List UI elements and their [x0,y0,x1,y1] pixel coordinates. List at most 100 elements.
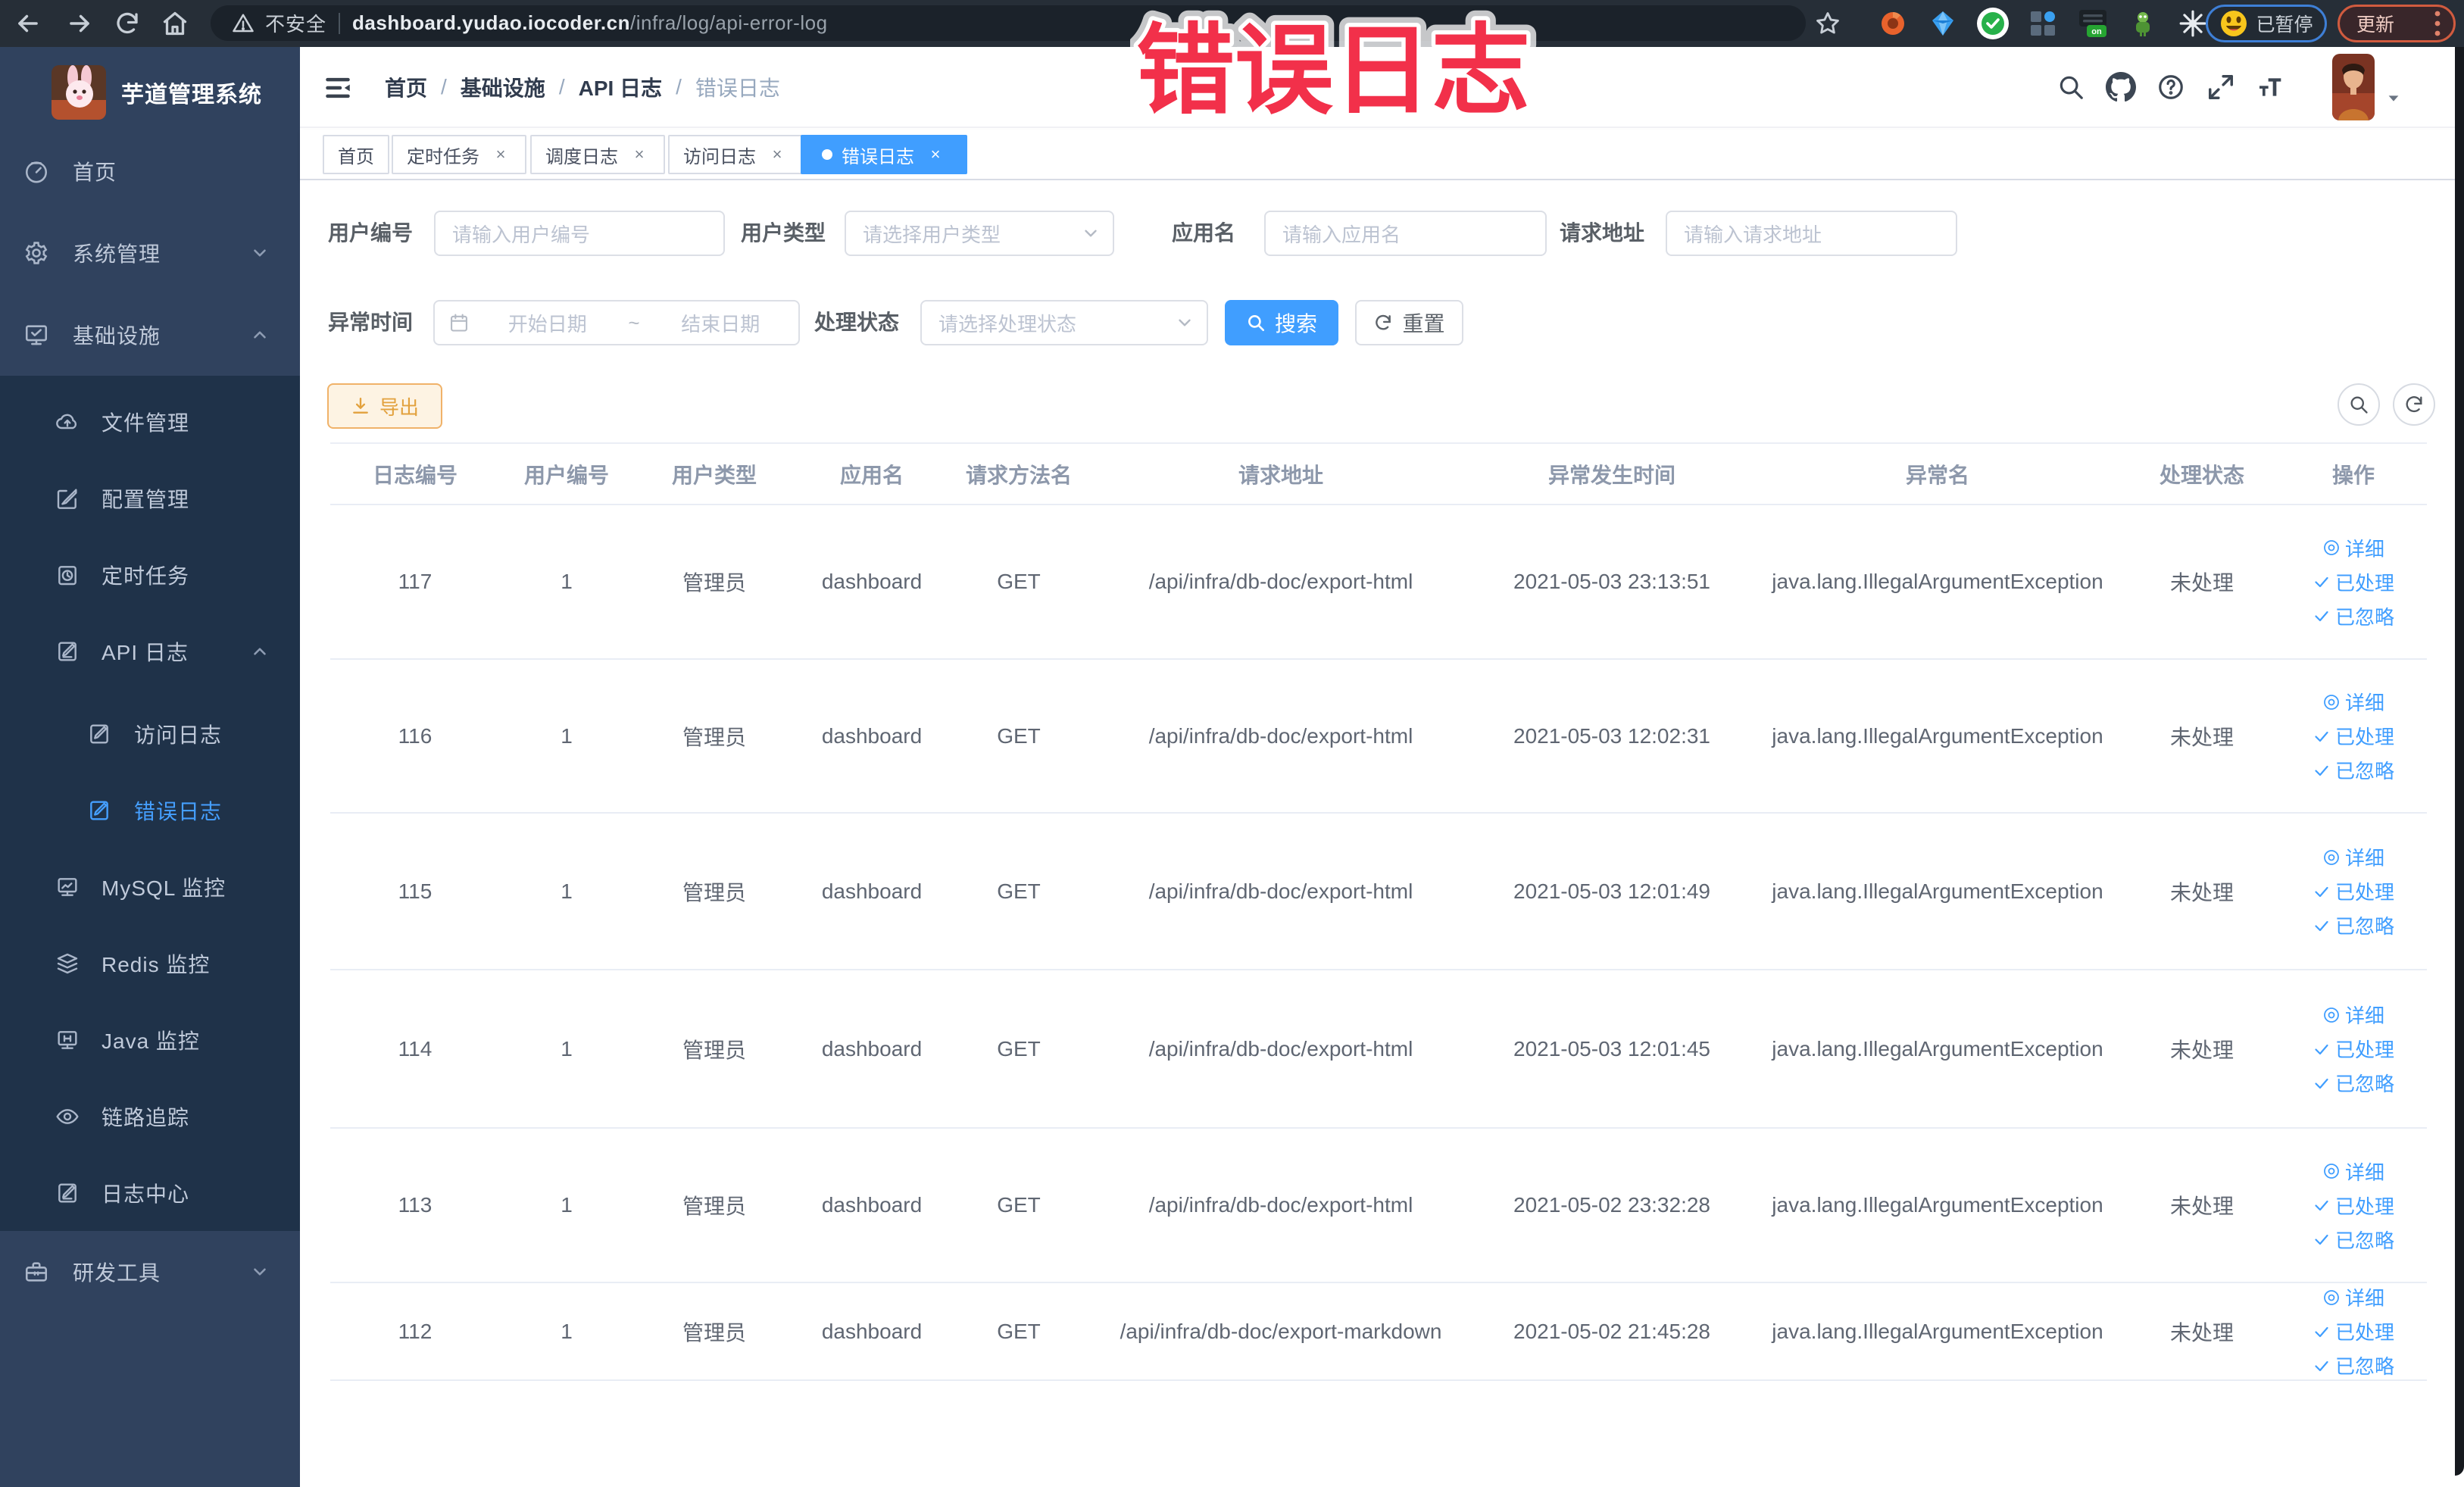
download-icon [353,398,368,414]
close-icon[interactable]: × [629,144,650,165]
column-header-actions[interactable]: 操作 [2280,444,2427,504]
sidebar-item-infra[interactable]: 基础设施 [0,294,300,376]
detail-link[interactable]: 详细 [2322,1283,2384,1311]
detail-link[interactable]: 详细 [2322,688,2384,716]
sidebar-item-error-log[interactable]: 错误日志 [0,772,300,848]
extension-grid-icon[interactable] [2018,0,2068,47]
cell-user-id: 1 [561,570,573,593]
tag-home[interactable]: 首页 [323,135,389,174]
column-header-log-id[interactable]: 日志编号 [330,444,500,504]
mark-ignored-link[interactable]: 已忽略 [2313,1226,2394,1254]
user-avatar[interactable] [2332,53,2375,120]
cell-actions: 详细 已处理 已忽略 [2280,1283,2427,1379]
extension-tampermonkey-icon[interactable]: on [2068,0,2118,47]
avatar-caret-icon[interactable] [2375,47,2412,127]
column-header-method[interactable]: 请求方法名 [948,444,1089,504]
breadcrumb-api-log[interactable]: API 日志 [579,72,662,102]
column-header-exception-name[interactable]: 异常名 [1751,444,2124,504]
sidebar-item-log-center[interactable]: 日志中心 [0,1154,300,1231]
sidebar-item-file-mgmt[interactable]: 文件管理 [0,383,300,460]
breadcrumb-infra[interactable]: 基础设施 [461,72,545,102]
close-icon[interactable]: × [925,144,946,165]
extension-paused-pill[interactable]: 已暂停 [2206,5,2327,42]
request-url-input[interactable]: 请输入请求地址 [1666,211,1957,256]
sidebar-item-mysql-monitor[interactable]: MySQL 监控 [0,848,300,925]
refresh-table-button[interactable] [2393,383,2435,426]
sidebar-item-dev-tools[interactable]: 研发工具 [0,1231,300,1313]
mark-ignored-link[interactable]: 已忽略 [2313,1351,2394,1379]
bookmark-star-button[interactable] [1810,6,1845,41]
close-icon[interactable]: × [490,144,511,165]
browser-update-button[interactable]: 更新 [2338,5,2456,42]
breadcrumb-home[interactable]: 首页 [385,72,427,102]
mark-processed-link[interactable]: 已处理 [2313,1035,2394,1063]
tag-cron-jobs[interactable]: 定时任务 × [392,135,526,174]
user-id-input[interactable]: 请输入用户编号 [434,211,725,256]
reset-button[interactable]: 重置 [1355,300,1463,345]
browser-back-button[interactable] [11,6,45,41]
column-header-user-id[interactable]: 用户编号 [500,444,633,504]
process-status-select[interactable]: 请选择处理状态 [920,300,1208,345]
github-link[interactable] [2096,47,2146,127]
exception-time-range-picker[interactable]: 开始日期 ~ 结束日期 [433,300,800,345]
mark-ignored-link[interactable]: 已忽略 [2313,756,2394,784]
start-date-placeholder[interactable]: 开始日期 [470,309,625,337]
search-button[interactable]: 搜索 [1225,300,1338,345]
mark-ignored-link[interactable]: 已忽略 [2313,1069,2394,1097]
fullscreen-button[interactable] [2196,47,2246,127]
address-bar[interactable]: 不安全 dashboard.yudao.iocoder.cn/infra/log… [211,5,1806,41]
sidebar-item-access-log[interactable]: 访问日志 [0,695,300,772]
extension-green-robot-icon[interactable] [2118,0,2168,47]
url-host[interactable]: dashboard.yudao.iocoder.cn [352,11,630,35]
column-header-user-type[interactable]: 用户类型 [633,444,795,504]
mark-ignored-link[interactable]: 已忽略 [2313,602,2394,630]
extension-green-check-icon[interactable] [1968,0,2018,47]
mark-processed-link[interactable]: 已处理 [2313,1192,2394,1220]
security-label[interactable]: 不安全 [265,9,326,37]
tag-error-log[interactable]: 错误日志 × [801,135,967,174]
detail-link[interactable]: 详细 [2322,1001,2384,1029]
sidebar-item-tracing[interactable]: 链路追踪 [0,1078,300,1154]
mark-processed-link[interactable]: 已处理 [2313,877,2394,905]
column-header-app-name[interactable]: 应用名 [795,444,948,504]
detail-link[interactable]: 详细 [2322,534,2384,562]
hamburger-toggle[interactable] [320,70,356,106]
end-date-placeholder[interactable]: 结束日期 [643,309,798,337]
mark-ignored-link[interactable]: 已忽略 [2313,911,2394,939]
browser-scrollbar[interactable] [2455,47,2464,1476]
browser-reload-button[interactable] [110,6,145,41]
calendar-icon [448,312,470,333]
sidebar-item-system[interactable]: 系统管理 [0,212,300,294]
browser-home-button[interactable] [158,6,192,41]
column-header-exception-time[interactable]: 异常发生时间 [1472,444,1751,504]
sidebar-item-api-log[interactable]: API 日志 [0,613,300,689]
mark-processed-link[interactable]: 已处理 [2313,568,2394,596]
url-path[interactable]: /infra/log/api-error-log [630,11,828,35]
font-size-button[interactable] [2246,47,2296,127]
sidebar-item-cron-jobs[interactable]: 定时任务 [0,536,300,613]
sidebar-logo[interactable]: 芋道管理系统 [0,47,300,138]
sidebar-item-home[interactable]: 首页 [0,130,300,212]
header-search-button[interactable] [2046,47,2096,127]
kebab-menu-icon[interactable] [2434,9,2441,38]
tag-access-log[interactable]: 访问日志 × [668,135,803,174]
mark-processed-link[interactable]: 已处理 [2313,1317,2394,1345]
browser-forward-button[interactable] [62,6,97,41]
column-header-request-url[interactable]: 请求地址 [1089,444,1472,504]
detail-link[interactable]: 详细 [2322,843,2384,871]
extension-blue-gem-icon[interactable] [1918,0,1968,47]
detail-link[interactable]: 详细 [2322,1157,2384,1186]
app-name-input[interactable]: 请输入应用名 [1264,211,1547,256]
toggle-search-button[interactable] [2338,383,2380,426]
extension-orange-ring-icon[interactable] [1868,0,1918,47]
sidebar-item-java-monitor[interactable]: Java 监控 [0,1001,300,1078]
mark-processed-link[interactable]: 已处理 [2313,722,2394,750]
column-header-status[interactable]: 处理状态 [2124,444,2280,504]
help-button[interactable] [2146,47,2196,127]
sidebar-item-redis-monitor[interactable]: Redis 监控 [0,925,300,1001]
tag-schedule-log[interactable]: 调度日志 × [530,135,665,174]
sidebar-item-config-mgmt[interactable]: 配置管理 [0,460,300,536]
export-button[interactable]: 导出 [327,383,442,429]
user-type-select[interactable]: 请选择用户类型 [845,211,1114,256]
close-icon[interactable]: × [767,144,788,165]
